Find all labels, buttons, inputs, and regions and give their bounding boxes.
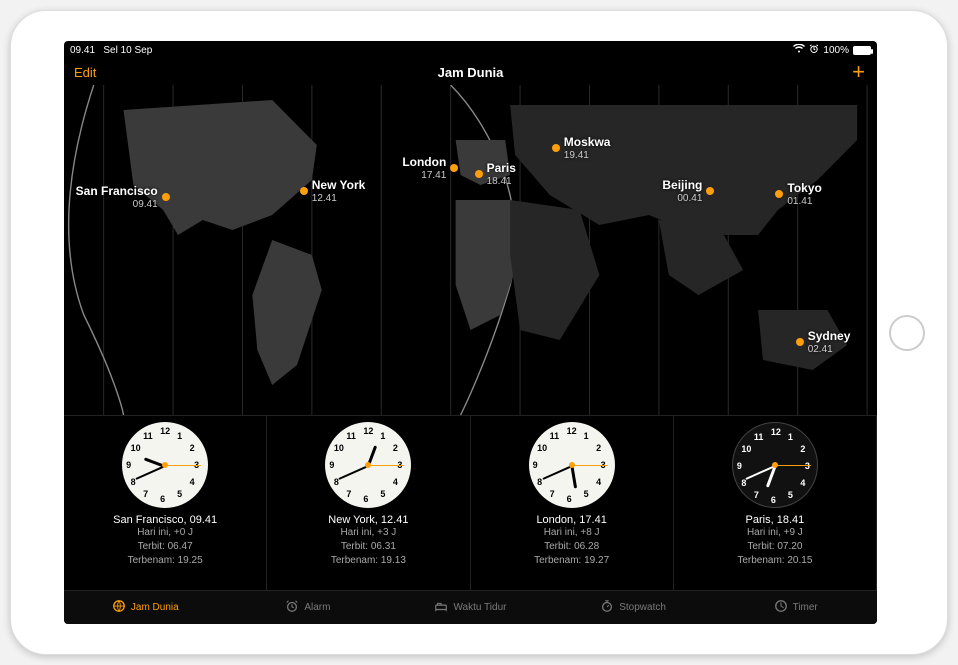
map-pin-label: Sydney02.41	[808, 329, 851, 355]
clock-sunrise: Terbit: 07.20	[747, 540, 802, 554]
edit-button[interactable]: Edit	[74, 65, 96, 80]
alarm-icon	[285, 599, 299, 616]
map-pin-label: Beijing00.41	[662, 178, 702, 204]
map-pin-label: Tokyo01.41	[787, 181, 821, 207]
app-screen: 09.41 Sel 10 Sep 100% Edit Jam Dunia +	[64, 41, 877, 624]
timer-icon	[774, 599, 788, 616]
map-pin-label: Paris18.41	[487, 161, 516, 187]
map-pin-london[interactable]: London17.41	[402, 155, 458, 181]
tab-label: Waktu Tidur	[453, 602, 506, 613]
tab-label: Alarm	[304, 602, 330, 613]
clock-sunset: Terbenam: 19.25	[128, 554, 203, 568]
clock-offset: Hari ini, +9 J	[747, 526, 803, 540]
map-pin-label: New York12.41	[312, 178, 366, 204]
map-pin-label: San Francisco09.41	[76, 184, 158, 210]
map-pin-dot	[475, 170, 483, 178]
tab-world[interactable]: Jam Dunia	[64, 591, 227, 624]
tab-stopwatch[interactable]: Stopwatch	[552, 591, 715, 624]
map-pin-dot	[162, 193, 170, 201]
map-pin-dot	[706, 187, 714, 195]
world-map[interactable]: San Francisco09.41 New York12.41 London17.…	[64, 85, 877, 415]
clock-offset: Hari ini, +0 J	[137, 526, 193, 540]
clock-sunrise: Terbit: 06.31	[341, 540, 396, 554]
tab-label: Stopwatch	[619, 602, 666, 613]
clock-cell-new-york[interactable]: 121234567891011 New York, 12.41Hari ini, …	[267, 416, 470, 591]
tab-label: Timer	[793, 602, 818, 613]
map-pin-new-york[interactable]: New York12.41	[300, 178, 366, 204]
clock-city-time: San Francisco, 09.41	[113, 514, 217, 526]
home-button[interactable]	[889, 315, 925, 351]
map-pin-dot	[796, 338, 804, 346]
map-pin-moskwa[interactable]: Moskwa19.41	[552, 135, 611, 161]
page-title: Jam Dunia	[438, 65, 504, 80]
alarm-status-icon	[809, 44, 819, 57]
ipad-frame: 09.41 Sel 10 Sep 100% Edit Jam Dunia +	[10, 10, 948, 655]
clock-city-time: Paris, 18.41	[746, 514, 805, 526]
map-pin-dot	[775, 190, 783, 198]
add-button[interactable]: +	[852, 61, 865, 83]
stopwatch-icon	[600, 599, 614, 616]
map-pin-label: London17.41	[402, 155, 446, 181]
analog-clock-face: 121234567891011	[325, 422, 411, 508]
statusbar-time: 09.41	[70, 45, 95, 56]
clock-sunset: Terbenam: 20.15	[737, 554, 812, 568]
tab-timer[interactable]: Timer	[714, 591, 877, 624]
battery-icon	[853, 46, 871, 55]
clock-row[interactable]: 121234567891011San Francisco, 09.41Hari …	[64, 415, 877, 591]
tab-label: Jam Dunia	[131, 602, 179, 613]
map-pin-dot	[300, 187, 308, 195]
clock-offset: Hari ini, +8 J	[544, 526, 600, 540]
clock-cell-paris[interactable]: 121234567891011 Paris, 18.41Hari ini, +9 …	[674, 416, 877, 591]
clock-sunset: Terbenam: 19.13	[331, 554, 406, 568]
map-pin-beijing[interactable]: Beijing00.41	[662, 178, 714, 204]
tab-bedtime[interactable]: Waktu Tidur	[389, 591, 552, 624]
statusbar-date: Sel 10 Sep	[103, 45, 152, 56]
wifi-icon	[793, 44, 805, 56]
map-pin-tokyo[interactable]: Tokyo01.41	[775, 181, 821, 207]
analog-clock-face: 121234567891011	[732, 422, 818, 508]
battery-pct: 100%	[823, 45, 849, 56]
map-pin-dot	[552, 144, 560, 152]
clock-city-time: London, 17.41	[536, 514, 606, 526]
clock-cell-london[interactable]: 121234567891011 London, 17.41Hari ini, +8…	[471, 416, 674, 591]
analog-clock-face: 121234567891011	[529, 422, 615, 508]
world-icon	[112, 599, 126, 616]
clock-cell-san-francisco[interactable]: 121234567891011 San Francisco, 09.41Hari …	[64, 416, 267, 591]
map-pin-dot	[450, 164, 458, 172]
tab-alarm[interactable]: Alarm	[227, 591, 390, 624]
nav-bar: Edit Jam Dunia +	[64, 59, 877, 85]
analog-clock-face: 121234567891011	[122, 422, 208, 508]
map-pin-sydney[interactable]: Sydney02.41	[796, 329, 851, 355]
map-pin-paris[interactable]: Paris18.41	[475, 161, 516, 187]
clock-city-time: New York, 12.41	[328, 514, 408, 526]
status-bar: 09.41 Sel 10 Sep 100%	[64, 41, 877, 59]
clock-sunrise: Terbit: 06.28	[544, 540, 599, 554]
bedtime-icon	[434, 599, 448, 616]
map-pin-label: Moskwa19.41	[564, 135, 611, 161]
world-map-svg	[64, 85, 877, 415]
clock-offset: Hari ini, +3 J	[340, 526, 396, 540]
clock-sunrise: Terbit: 06.47	[138, 540, 193, 554]
tab-bar: Jam Dunia Alarm Waktu Tidur Stopwatch Timer	[64, 590, 877, 624]
map-pin-san-francisco[interactable]: San Francisco09.41	[76, 184, 170, 210]
clock-sunset: Terbenam: 19.27	[534, 554, 609, 568]
